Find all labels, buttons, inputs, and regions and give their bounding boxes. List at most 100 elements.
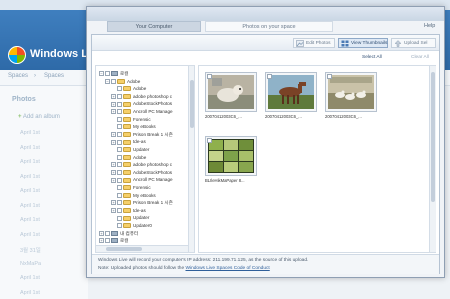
tree-node[interactable]: + adobe photoshop c [111, 161, 172, 168]
folder-checkbox[interactable] [117, 139, 122, 145]
folder-checkbox[interactable] [117, 177, 122, 183]
select-all-link[interactable]: Select All [362, 55, 382, 60]
folder-checkbox[interactable] [117, 132, 122, 138]
tree-node[interactable]: + Prison Break 1 시즌 [111, 131, 173, 138]
tree-horizontal-scrollbar[interactable] [96, 245, 188, 252]
tree-node[interactable]: Forensic [111, 116, 151, 123]
expand-icon[interactable]: + [111, 200, 116, 206]
sidebar-album-item[interactable]: April 1st [20, 217, 40, 223]
tree-vertical-scrollbar[interactable] [188, 66, 194, 252]
folder-checkbox[interactable] [117, 162, 122, 168]
sidebar-album-item[interactable]: 3월 31일 [20, 246, 41, 254]
folder-checkbox[interactable] [117, 200, 122, 206]
folder-checkbox[interactable] [117, 101, 122, 107]
folder-checkbox[interactable] [111, 78, 116, 84]
folder-checkbox[interactable] [117, 215, 122, 221]
photo-tile[interactable]: 20070412003C6_... [325, 72, 377, 119]
help-link[interactable]: Help [424, 23, 435, 29]
tree-node[interactable]: Forensic [111, 184, 151, 191]
add-album-link[interactable]: + Add an album [18, 114, 60, 120]
photo-tile[interactable]: 20070412003C6_... [205, 72, 257, 119]
photo-checkbox[interactable] [327, 74, 332, 79]
photo-thumbnail[interactable] [328, 75, 374, 109]
expand-icon[interactable]: + [111, 170, 116, 176]
collapse-icon[interactable]: − [105, 78, 110, 84]
photo-frame[interactable] [265, 72, 317, 112]
folder-checkbox[interactable] [117, 109, 122, 115]
expand-icon[interactable]: + [111, 139, 116, 145]
tab-photos-on-space[interactable]: Photos on your space [205, 21, 333, 32]
photo-thumbnail[interactable] [268, 75, 314, 109]
expand-icon[interactable]: + [111, 101, 116, 107]
folder-checkbox[interactable] [117, 208, 122, 214]
expand-icon[interactable]: + [111, 109, 116, 115]
tree-node[interactable]: Adobe [111, 154, 146, 161]
tree-node[interactable]: + tde-as [111, 138, 146, 145]
sidebar-album-item[interactable]: April 1st [20, 130, 40, 136]
tree-node[interactable]: − Adobe [105, 78, 140, 85]
sidebar-album-item[interactable]: April 1st [20, 174, 40, 180]
folder-checkbox[interactable] [117, 192, 122, 198]
sidebar-album-item[interactable]: NxMaPa [20, 261, 41, 267]
photo-thumbnail[interactable] [208, 75, 254, 109]
scrollbar-thumb[interactable] [106, 247, 142, 251]
photo-tile[interactable]: BLIleHikMaPaper 8... [205, 136, 257, 183]
photo-tile[interactable]: 20070412003C6_... [265, 72, 317, 119]
photo-thumbnail[interactable] [208, 139, 254, 173]
expand-icon[interactable]: + [111, 208, 116, 214]
tree-node[interactable]: + 내 컴퓨터 [99, 230, 138, 237]
tree-node[interactable]: + Ancroll PC Manage [111, 108, 173, 115]
tree-node[interactable]: + Prison Break 1 시즌 [111, 199, 173, 206]
collapse-icon[interactable]: − [99, 71, 104, 77]
view-thumbnails-button[interactable]: View Thumbnails [338, 38, 388, 48]
photo-checkbox[interactable] [207, 138, 212, 143]
tree-node[interactable]: My eBooks [111, 123, 156, 130]
photo-frame[interactable] [205, 136, 257, 176]
tree-node[interactable]: + 로컬 [99, 237, 128, 244]
clear-all-link[interactable]: Clear All [411, 55, 429, 60]
tree-node[interactable]: Adobe [111, 85, 146, 92]
tree-node[interactable]: − 로컬 [99, 70, 128, 77]
folder-checkbox[interactable] [117, 223, 122, 229]
folder-checkbox[interactable] [117, 94, 122, 100]
tree-node[interactable]: + adobe photoshop c [111, 93, 172, 100]
folder-checkbox[interactable] [105, 71, 110, 77]
folder-checkbox[interactable] [105, 230, 110, 236]
folder-checkbox[interactable] [117, 147, 122, 153]
tree-node[interactable]: + AdobeStockPhotos [111, 169, 172, 176]
upload-selected-button[interactable]: Upload Sel [391, 38, 436, 48]
photo-frame[interactable] [325, 72, 377, 112]
tree-node[interactable]: My eBooks [111, 192, 156, 199]
scrollbar-thumb[interactable] [431, 72, 435, 202]
expand-icon[interactable]: + [111, 132, 116, 138]
sidebar-album-item[interactable]: April 1st [20, 275, 40, 281]
expand-icon[interactable]: + [111, 177, 116, 183]
folder-checkbox[interactable] [117, 86, 122, 92]
code-of-conduct-link[interactable]: Windows Live Spaces Code of Conduct [185, 266, 269, 271]
expand-icon[interactable]: + [111, 162, 116, 168]
sidebar-album-item[interactable]: April 1st [20, 159, 40, 165]
tree-node[interactable]: + Ancroll PC Manage [111, 176, 173, 183]
edit-photos-button[interactable]: Edit Photos [293, 38, 335, 48]
photo-frame[interactable] [205, 72, 257, 112]
photos-vertical-scrollbar[interactable] [429, 66, 436, 252]
folder-checkbox[interactable] [117, 154, 122, 160]
expand-icon[interactable]: + [99, 238, 104, 244]
folder-checkbox[interactable] [117, 185, 122, 191]
tab-your-computer[interactable]: Your Computer [107, 21, 201, 32]
photo-checkbox[interactable] [207, 74, 212, 79]
breadcrumb-item[interactable]: Spaces [44, 73, 64, 79]
folder-checkbox[interactable] [105, 238, 110, 244]
tree-node[interactable]: Updater0 [111, 222, 152, 229]
sidebar-album-item[interactable]: April 1st [20, 203, 40, 209]
photo-checkbox[interactable] [267, 74, 272, 79]
scrollbar-thumb[interactable] [190, 80, 194, 128]
breadcrumb-item[interactable]: Spaces [8, 73, 28, 79]
tree-node[interactable]: Updater [111, 146, 149, 153]
folder-checkbox[interactable] [117, 116, 122, 122]
folder-checkbox[interactable] [117, 170, 122, 176]
expand-icon[interactable]: + [99, 230, 104, 236]
tree-node[interactable]: + tde-as [111, 207, 146, 214]
folder-checkbox[interactable] [117, 124, 122, 130]
sidebar-album-item[interactable]: April 1st [20, 145, 40, 151]
